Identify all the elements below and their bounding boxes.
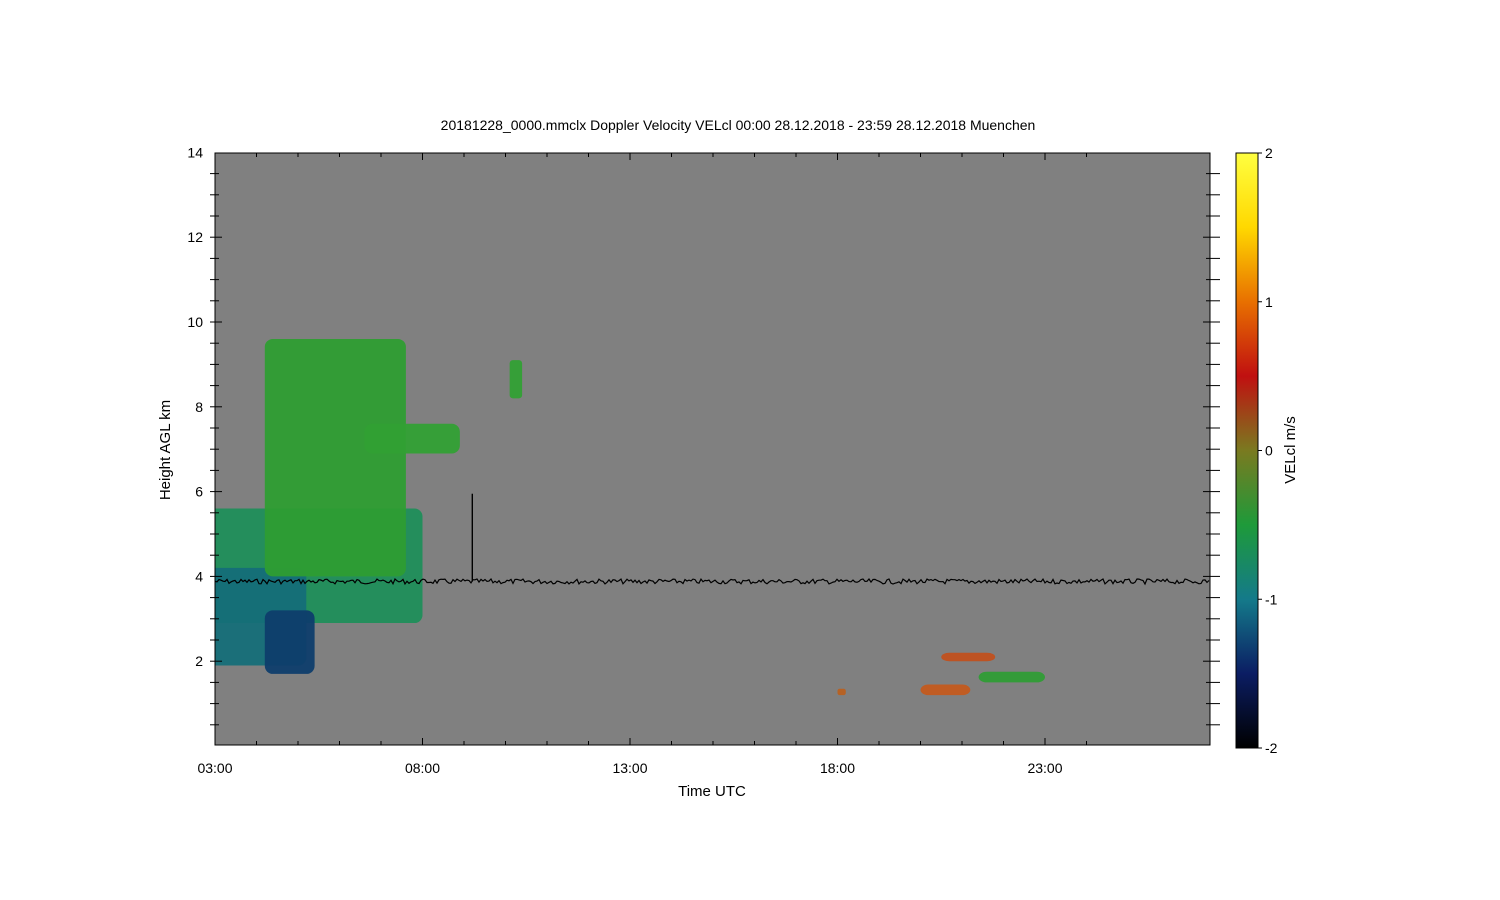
y-tick-label: 14 [187, 144, 203, 160]
echo-region-4 [264, 610, 315, 674]
echo-region-0 [91, 356, 116, 589]
colorbar [1235, 152, 1259, 749]
colorbar-tick-label: 2 [1265, 145, 1273, 161]
x-tick-label: 13:00 [612, 760, 647, 776]
y-axis-label: Height AGL km [157, 400, 174, 500]
echo-region-7 [509, 360, 523, 399]
radar-chart: 20181228_0000.mmclx Doppler Velocity VEL… [91, 117, 1299, 800]
y-tick-label: 10 [187, 314, 203, 330]
echo-region-6 [364, 423, 460, 454]
chart-title: 20181228_0000.mmclx Doppler Velocity VEL… [441, 117, 1036, 133]
y-tick-label: 8 [195, 399, 203, 415]
echo-region-9 [941, 652, 996, 662]
colorbar-tick-label: -2 [1265, 740, 1278, 756]
y-tick-label: 2 [195, 653, 203, 669]
x-axis-label: Time UTC [678, 783, 746, 800]
echo-region-5 [264, 338, 406, 577]
colorbar-tick-label: 0 [1265, 443, 1273, 459]
y-tick-label: 12 [187, 229, 203, 245]
x-tick-label: 18:00 [820, 760, 855, 776]
colorbar-ticks: -2 -1 0 1 2 [1258, 145, 1278, 756]
x-tick-label: 23:00 [1027, 760, 1062, 776]
echo-region-8 [920, 684, 971, 696]
x-tick-label: 08:00 [405, 760, 440, 776]
colorbar-tick-label: -1 [1265, 591, 1278, 607]
x-tick-label: 03:00 [197, 760, 232, 776]
echo-region-10 [978, 671, 1045, 683]
y-tick-label: 6 [195, 484, 203, 500]
colorbar-label: VELcl m/s [1282, 416, 1299, 484]
y-tick-label: 4 [195, 568, 203, 584]
echo-region-11 [837, 688, 846, 696]
colorbar-tick-label: 1 [1265, 294, 1273, 310]
